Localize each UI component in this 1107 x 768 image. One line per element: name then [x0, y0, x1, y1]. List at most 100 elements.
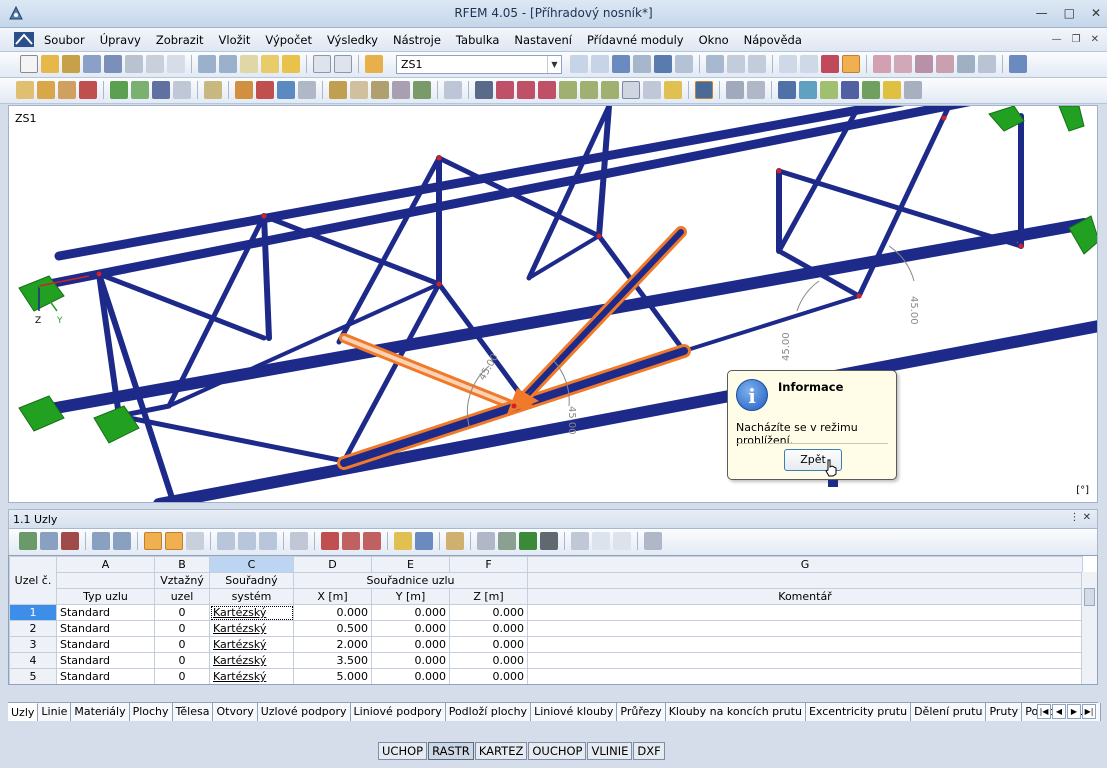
col-letter-f[interactable]: F: [449, 556, 528, 573]
view-ix-icon[interactable]: [559, 81, 577, 99]
status-kartez[interactable]: KARTEZ: [474, 742, 528, 760]
line-tool-icon[interactable]: [58, 81, 76, 99]
insert-row-icon[interactable]: [217, 532, 235, 550]
col-letter-c[interactable]: C: [209, 556, 294, 573]
scrollbar-thumb[interactable]: [1084, 588, 1095, 606]
nodes-table[interactable]: Uzel č. A B C D E F G Vztažný Souřadný S…: [8, 555, 1098, 685]
pin-icon[interactable]: ⋮ ✕: [1069, 512, 1091, 523]
menu-nastroje[interactable]: Nástroje: [393, 33, 441, 47]
menu-okno[interactable]: Okno: [699, 33, 729, 47]
new-file-icon[interactable]: [20, 55, 38, 73]
solid-results-icon[interactable]: [820, 81, 838, 99]
model-viewport[interactable]: 45.00 45.00 45.00 45.00 Z Y ZS1 [°]: [8, 105, 1098, 503]
cell-z[interactable]: 0.000: [449, 668, 528, 684]
tab-otvory[interactable]: Otvory: [213, 703, 258, 721]
tab-linie[interactable]: Linie: [38, 703, 72, 721]
surface-results-icon[interactable]: [799, 81, 817, 99]
previous-icon[interactable]: [570, 55, 588, 73]
print-table-icon[interactable]: [477, 532, 495, 550]
menu-nastaveni[interactable]: Nastavení: [514, 33, 572, 47]
row-number[interactable]: 5: [9, 668, 57, 684]
menu-zobrazit[interactable]: Zobrazit: [156, 33, 204, 47]
cell-coord-system[interactable]: Kartézský: [209, 652, 294, 669]
circle-icon[interactable]: [894, 55, 912, 73]
excel-icon[interactable]: [519, 532, 537, 550]
cell-x[interactable]: 0.500: [293, 620, 372, 637]
calculator-icon[interactable]: [540, 532, 558, 550]
cell-x[interactable]: 5.000: [293, 668, 372, 684]
status-vlinie[interactable]: VLINIE: [587, 742, 633, 760]
table-row[interactable]: 2 Standard 0 Kartézský 0.500 0.000 0.000: [9, 620, 1083, 637]
visibility-icon[interactable]: [695, 81, 713, 99]
select-view-icon[interactable]: [842, 55, 860, 73]
grid-icon[interactable]: [779, 55, 797, 73]
row-icon[interactable]: [415, 532, 433, 550]
sort-icon[interactable]: [61, 532, 79, 550]
node[interactable]: [436, 155, 442, 161]
render-icon[interactable]: [643, 81, 661, 99]
row-number[interactable]: 1: [9, 604, 57, 621]
node[interactable]: [96, 271, 102, 277]
tab-telesa[interactable]: Tělesa: [172, 703, 214, 721]
support-tool-icon[interactable]: [79, 81, 97, 99]
menu-tabulka[interactable]: Tabulka: [456, 33, 499, 47]
column-icon[interactable]: [394, 532, 412, 550]
move-view-icon[interactable]: [821, 55, 839, 73]
animation-icon[interactable]: [904, 81, 922, 99]
next-table-icon[interactable]: [113, 532, 131, 550]
calculate-icon[interactable]: [298, 81, 316, 99]
cell-comment[interactable]: [527, 636, 1083, 653]
surface-icon[interactable]: [978, 55, 996, 73]
graphic-select-icon[interactable]: [19, 532, 37, 550]
mdi-close-icon[interactable]: ✕: [1091, 34, 1099, 45]
next-icon[interactable]: [591, 55, 609, 73]
lock-icon[interactable]: [644, 532, 662, 550]
view-iz-icon[interactable]: [601, 81, 619, 99]
copy-icon[interactable]: [261, 55, 279, 73]
relation-icon[interactable]: [144, 532, 162, 550]
cell-coord-system[interactable]: Kartézský: [209, 620, 294, 637]
tab-klouby-na-koncich-prutu[interactable]: Klouby na koncích prutu: [665, 703, 806, 721]
chevron-down-icon[interactable]: ▼: [547, 56, 561, 73]
tab-podlozi-plochy[interactable]: Podloží plochy: [445, 703, 532, 721]
measure-icon[interactable]: [747, 81, 765, 99]
menu-vysledky[interactable]: Výsledky: [327, 33, 378, 47]
tab-liniove-klouby[interactable]: Liniové klouby: [531, 703, 618, 721]
tab-uzlove-podpory[interactable]: Uzlové podpory: [257, 703, 351, 721]
node-tool-icon[interactable]: [37, 81, 55, 99]
delete-icon[interactable]: [321, 532, 339, 550]
cell-comment[interactable]: [527, 652, 1083, 669]
view-y-icon[interactable]: [517, 81, 535, 99]
hinge-icon[interactable]: [173, 81, 191, 99]
redo-icon[interactable]: [219, 55, 237, 73]
export-icon[interactable]: [1009, 55, 1027, 73]
edit-cell-icon[interactable]: [446, 532, 464, 550]
load-values-icon[interactable]: [633, 55, 651, 73]
text-format-icon[interactable]: [571, 532, 589, 550]
navigator-icon[interactable]: [313, 55, 331, 73]
table-row[interactable]: 4 Standard 0 Kartézský 3.500 0.000 0.000: [9, 652, 1083, 669]
cell-comment[interactable]: [527, 620, 1083, 637]
close-icon[interactable]: ✕: [1091, 6, 1101, 20]
member-icon[interactable]: [957, 55, 975, 73]
table-row[interactable]: 3 Standard 0 Kartézský 2.000 0.000 0.000: [9, 636, 1083, 653]
page-preview-icon[interactable]: [167, 55, 185, 73]
tab-deleni-prutu[interactable]: Dělení prutu: [911, 703, 987, 721]
load-case-icon[interactable]: [365, 55, 383, 73]
wireframe-icon[interactable]: [622, 81, 640, 99]
open-folder-icon[interactable]: [41, 55, 59, 73]
filter-rows-icon[interactable]: [40, 532, 58, 550]
section-icon[interactable]: [152, 81, 170, 99]
iso-view-icon[interactable]: [475, 81, 493, 99]
save-all-icon[interactable]: [104, 55, 122, 73]
nodal-loads-icon[interactable]: [350, 81, 368, 99]
move-right-icon[interactable]: [363, 532, 381, 550]
stress-icon[interactable]: [841, 81, 859, 99]
thickness-icon[interactable]: [131, 81, 149, 99]
menu-soubor[interactable]: Soubor: [44, 33, 85, 47]
dimension-icon[interactable]: [444, 81, 462, 99]
material-icon[interactable]: [110, 81, 128, 99]
edit-icon[interactable]: [240, 55, 258, 73]
loads-icon[interactable]: [235, 81, 253, 99]
node[interactable]: [1018, 243, 1024, 249]
